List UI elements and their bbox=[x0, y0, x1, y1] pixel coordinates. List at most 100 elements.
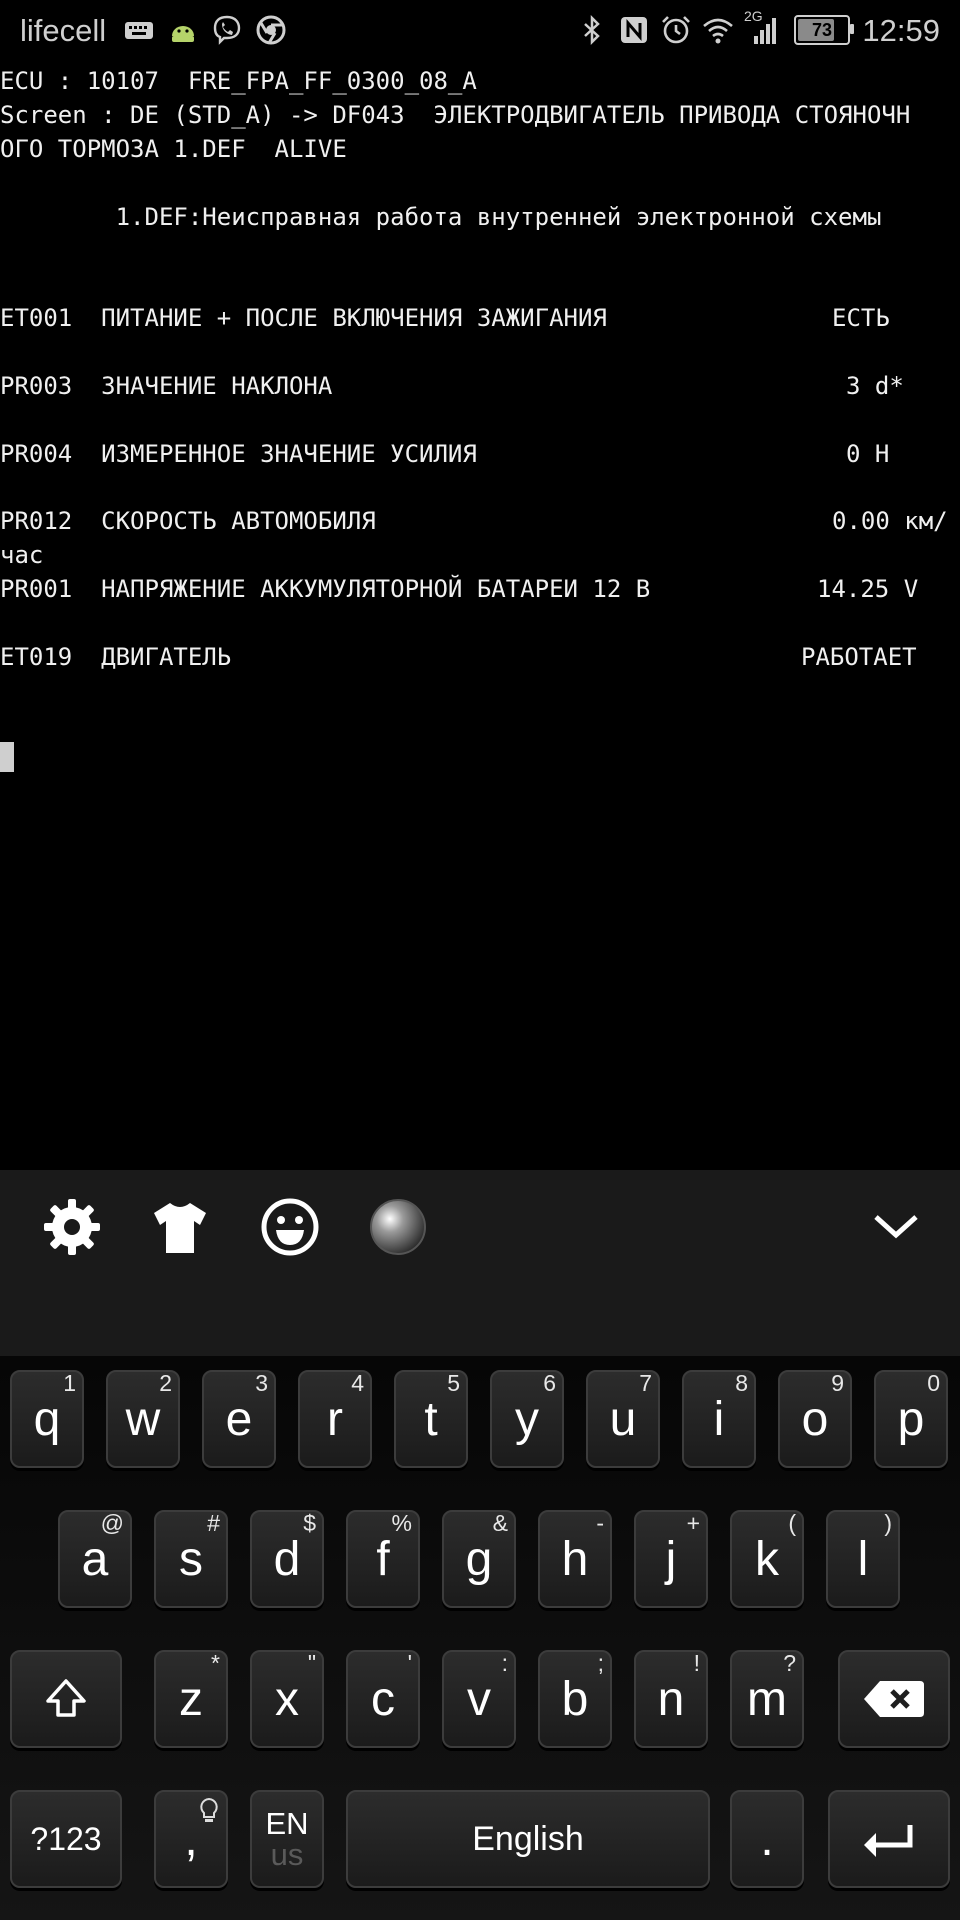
key-label: t bbox=[424, 1392, 438, 1446]
language-switch-key[interactable]: EN us bbox=[250, 1790, 324, 1888]
key-d[interactable]: d $ bbox=[250, 1510, 324, 1608]
key-label: d bbox=[273, 1532, 301, 1586]
key-m[interactable]: m? bbox=[730, 1650, 804, 1748]
key-hint: ' bbox=[407, 1650, 412, 1676]
key-j[interactable]: j + bbox=[634, 1510, 708, 1608]
shift-key[interactable] bbox=[10, 1650, 122, 1748]
battery-icon: 73 bbox=[794, 15, 854, 45]
battery-level: 73 bbox=[811, 19, 833, 40]
param-value-pr004: 0 Н bbox=[846, 440, 890, 468]
key-a[interactable]: a @ bbox=[58, 1510, 132, 1608]
key-label: n bbox=[657, 1672, 685, 1726]
period-key[interactable]: . bbox=[730, 1790, 804, 1888]
key-label: v bbox=[467, 1672, 491, 1726]
screen-line-wrap: ОГО ТОРМОЗА 1.DEF ALIVE bbox=[0, 135, 347, 163]
enter-key[interactable] bbox=[828, 1790, 950, 1888]
key-label: x bbox=[275, 1672, 299, 1726]
key-label: e bbox=[225, 1392, 253, 1446]
key-label: m bbox=[747, 1672, 787, 1726]
key-hint: 6 bbox=[543, 1370, 556, 1396]
carrier-name: lifecell bbox=[20, 13, 107, 48]
param-row-pr012: PR012 СКОРОСТЬ АВТОМОБИЛЯ bbox=[0, 507, 376, 535]
ecu-line: ECU : 10107 FRE_FPA_FF_0300_08_A bbox=[0, 67, 477, 95]
status-bar: lifecell 2G 73 12:59 bbox=[0, 0, 960, 62]
key-label: f bbox=[376, 1532, 390, 1586]
key-hint: : bbox=[501, 1650, 508, 1676]
space-key[interactable]: English bbox=[346, 1790, 710, 1888]
theme-shirt-icon[interactable] bbox=[148, 1195, 212, 1259]
symbols-key[interactable]: ?123 bbox=[10, 1790, 122, 1888]
key-k[interactable]: k( bbox=[730, 1510, 804, 1608]
settings-icon[interactable] bbox=[40, 1195, 104, 1259]
key-hint: % bbox=[391, 1510, 412, 1536]
keyboard-toolbar bbox=[0, 1170, 960, 1356]
param-value-pr003: 3 d* bbox=[846, 372, 904, 400]
chrome-icon bbox=[256, 15, 286, 45]
key-hint: 7 bbox=[639, 1370, 652, 1396]
param-row-et019: ET019 ДВИГАТЕЛЬ bbox=[0, 643, 232, 671]
lightbulb-icon bbox=[200, 1797, 218, 1822]
key-hint: + bbox=[686, 1510, 700, 1536]
key-z[interactable]: z * bbox=[154, 1650, 228, 1748]
key-hint: 0 bbox=[927, 1370, 940, 1396]
key-h[interactable]: h- bbox=[538, 1510, 612, 1608]
param-value-et001: ЕСТЬ bbox=[832, 304, 890, 332]
backspace-icon bbox=[864, 1681, 924, 1717]
key-f[interactable]: f% bbox=[346, 1510, 420, 1608]
key-label: j bbox=[665, 1532, 677, 1586]
key-hint: # bbox=[207, 1510, 220, 1536]
viber-icon bbox=[213, 15, 241, 45]
key-label: q bbox=[33, 1392, 61, 1446]
key-l[interactable]: l) bbox=[826, 1510, 900, 1608]
key-o[interactable]: o9 bbox=[778, 1370, 852, 1468]
key-e[interactable]: e3 bbox=[202, 1370, 276, 1468]
bluetooth-icon bbox=[584, 14, 600, 46]
android-icon bbox=[172, 26, 194, 42]
key-label: y bbox=[515, 1392, 539, 1446]
key-hint: @ bbox=[100, 1510, 124, 1536]
key-x[interactable]: x " bbox=[250, 1650, 324, 1748]
param-row-pr001: PR001 НАПРЯЖЕНИЕ АККУМУЛЯТОРНОЙ БАТАРЕИ … bbox=[0, 575, 651, 603]
key-n[interactable]: n! bbox=[634, 1650, 708, 1748]
key-hint: ! bbox=[693, 1650, 700, 1676]
key-t[interactable]: t5 bbox=[394, 1370, 468, 1468]
enter-icon bbox=[864, 1825, 913, 1857]
key-w[interactable]: w2 bbox=[106, 1370, 180, 1468]
key-u[interactable]: u7 bbox=[586, 1370, 660, 1468]
key-label: s bbox=[179, 1532, 203, 1586]
key-label: w bbox=[125, 1392, 161, 1446]
text-cursor bbox=[0, 742, 14, 772]
comma-key[interactable]: , bbox=[154, 1790, 228, 1888]
key-v[interactable]: v: bbox=[442, 1650, 516, 1748]
voice-orb-icon[interactable] bbox=[366, 1195, 430, 1259]
key-hint: 3 bbox=[255, 1370, 268, 1396]
key-p[interactable]: p0 bbox=[874, 1370, 948, 1468]
terminal-output[interactable]: ECU : 10107 FRE_FPA_FF_0300_08_A Screen … bbox=[0, 64, 960, 880]
collapse-chevron-icon[interactable] bbox=[864, 1195, 928, 1259]
emoji-icon[interactable] bbox=[258, 1195, 322, 1259]
key-y[interactable]: y6 bbox=[490, 1370, 564, 1468]
key-i[interactable]: i8 bbox=[682, 1370, 756, 1468]
key-hint: - bbox=[596, 1510, 604, 1536]
key-s[interactable]: s # bbox=[154, 1510, 228, 1608]
key-hint: ) bbox=[884, 1510, 892, 1536]
key-label: z bbox=[179, 1672, 203, 1726]
key-r[interactable]: r4 bbox=[298, 1370, 372, 1468]
clock: 12:59 bbox=[862, 13, 940, 48]
signal-icon: 2G bbox=[744, 8, 778, 46]
key-g[interactable]: g & bbox=[442, 1510, 516, 1608]
key-label: l bbox=[857, 1532, 869, 1586]
key-b[interactable]: b; bbox=[538, 1650, 612, 1748]
backspace-key[interactable] bbox=[838, 1650, 950, 1748]
param-value-pr012: 0.00 км/ bbox=[832, 507, 948, 535]
key-c[interactable]: c ' bbox=[346, 1650, 420, 1748]
language-label: EN bbox=[265, 1806, 309, 1841]
param-value-et019: РАБОТАЕТ bbox=[801, 643, 917, 671]
key-label: b bbox=[561, 1672, 589, 1726]
key-label: p bbox=[897, 1392, 925, 1446]
key-hint: ( bbox=[788, 1510, 796, 1536]
key-label: k bbox=[755, 1532, 779, 1586]
param-row-pr003: PR003 ЗНАЧЕНИЕ НАКЛОНА bbox=[0, 372, 333, 400]
key-q[interactable]: q1 bbox=[10, 1370, 84, 1468]
alarm-icon bbox=[662, 16, 690, 44]
